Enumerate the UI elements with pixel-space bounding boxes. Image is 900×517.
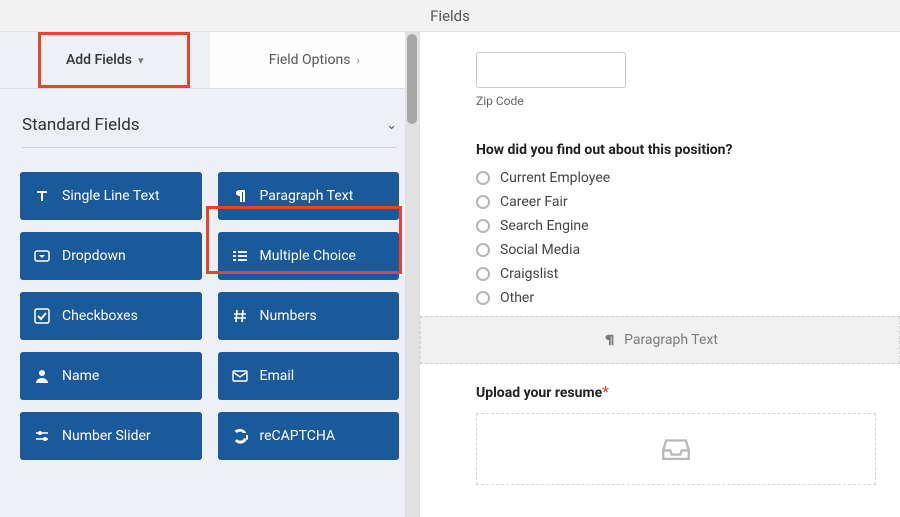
radio-option[interactable]: Social Media <box>476 242 876 258</box>
list-icon <box>232 248 248 264</box>
question-title: How did you find out about this position… <box>476 142 876 158</box>
field-label: Name <box>62 368 99 384</box>
drop-placeholder-label: Paragraph Text <box>624 332 718 348</box>
field-single-line-text[interactable]: Single Line Text <box>20 172 202 220</box>
field-paragraph-text[interactable]: Paragraph Text <box>218 172 400 220</box>
required-asterisk: * <box>602 382 609 401</box>
radio-label: Current Employee <box>500 170 610 186</box>
radio-label: Other <box>500 290 534 306</box>
field-email[interactable]: Email <box>218 352 400 400</box>
radio-icon <box>476 171 490 185</box>
drop-placeholder: Paragraph Text <box>420 316 900 364</box>
radio-icon <box>476 267 490 281</box>
field-numbers[interactable]: Numbers <box>218 292 400 340</box>
text-cursor-icon <box>34 188 50 204</box>
section-standard-title: Standard Fields <box>22 115 140 135</box>
scrollbar-thumb[interactable] <box>407 34 417 124</box>
paragraph-icon <box>602 333 616 347</box>
radio-icon <box>476 243 490 257</box>
field-name[interactable]: Name <box>20 352 202 400</box>
field-label: reCAPTCHA <box>260 428 336 444</box>
tab-add-fields[interactable]: Add Fields ▾ <box>0 32 210 88</box>
section-standard: Standard Fields ⌄ <box>0 89 419 156</box>
recaptcha-icon <box>232 428 248 444</box>
envelope-icon <box>232 368 248 384</box>
scrollbar[interactable] <box>405 32 419 517</box>
field-dropdown[interactable]: Dropdown <box>20 232 202 280</box>
tab-field-options[interactable]: Field Options › <box>210 32 420 88</box>
field-label: Number Slider <box>62 428 151 444</box>
upload-block: Upload your resume* <box>476 382 876 485</box>
chevron-right-icon: › <box>356 54 359 67</box>
dropdown-icon <box>34 248 50 264</box>
field-label: Checkboxes <box>62 308 138 324</box>
user-icon <box>34 368 50 384</box>
radio-label: Social Media <box>500 242 580 258</box>
tab-add-fields-label: Add Fields <box>66 52 132 68</box>
field-number-slider[interactable]: Number Slider <box>20 412 202 460</box>
zip-label: Zip Code <box>476 94 876 108</box>
inbox-icon <box>659 432 693 466</box>
upload-dropzone[interactable] <box>476 413 876 485</box>
radio-option[interactable]: Other <box>476 290 876 306</box>
radio-label: Craigslist <box>500 266 558 282</box>
field-multiple-choice[interactable]: Multiple Choice <box>218 232 400 280</box>
zip-input[interactable] <box>476 52 626 88</box>
field-grid: Single Line Text Paragraph Text Dropdown <box>0 156 419 464</box>
radio-icon <box>476 291 490 305</box>
radio-icon <box>476 195 490 209</box>
field-checkboxes[interactable]: Checkboxes <box>20 292 202 340</box>
chevron-down-icon: ▾ <box>138 54 144 67</box>
checkbox-icon <box>34 308 50 324</box>
upload-label: Upload your resume <box>476 385 602 401</box>
hash-icon <box>232 308 248 324</box>
field-label: Paragraph Text <box>260 188 354 204</box>
chevron-down-icon: ⌄ <box>386 118 397 133</box>
radio-icon <box>476 219 490 233</box>
tabs: Add Fields ▾ Field Options › <box>0 32 419 89</box>
radio-option[interactable]: Search Engine <box>476 218 876 234</box>
field-label: Email <box>260 368 295 384</box>
field-label: Single Line Text <box>62 188 160 204</box>
paragraph-icon <box>232 188 248 204</box>
radio-label: Career Fair <box>500 194 568 210</box>
tab-field-options-label: Field Options <box>269 52 351 68</box>
panel-header: Fields <box>0 0 900 32</box>
radio-option[interactable]: Current Employee <box>476 170 876 186</box>
field-label: Multiple Choice <box>260 248 356 264</box>
slider-icon <box>34 428 50 444</box>
radio-question-block: How did you find out about this position… <box>476 142 876 306</box>
form-preview: Zip Code How did you find out about this… <box>420 32 900 517</box>
panel-title: Fields <box>430 7 470 25</box>
left-panel: Add Fields ▾ Field Options › Standard Fi… <box>0 32 420 517</box>
radio-label: Search Engine <box>500 218 589 234</box>
field-recaptcha[interactable]: reCAPTCHA <box>218 412 400 460</box>
field-label: Dropdown <box>62 248 126 264</box>
field-label: Numbers <box>260 308 317 324</box>
section-standard-toggle[interactable]: Standard Fields ⌄ <box>22 107 397 148</box>
radio-option[interactable]: Career Fair <box>476 194 876 210</box>
radio-option[interactable]: Craigslist <box>476 266 876 282</box>
